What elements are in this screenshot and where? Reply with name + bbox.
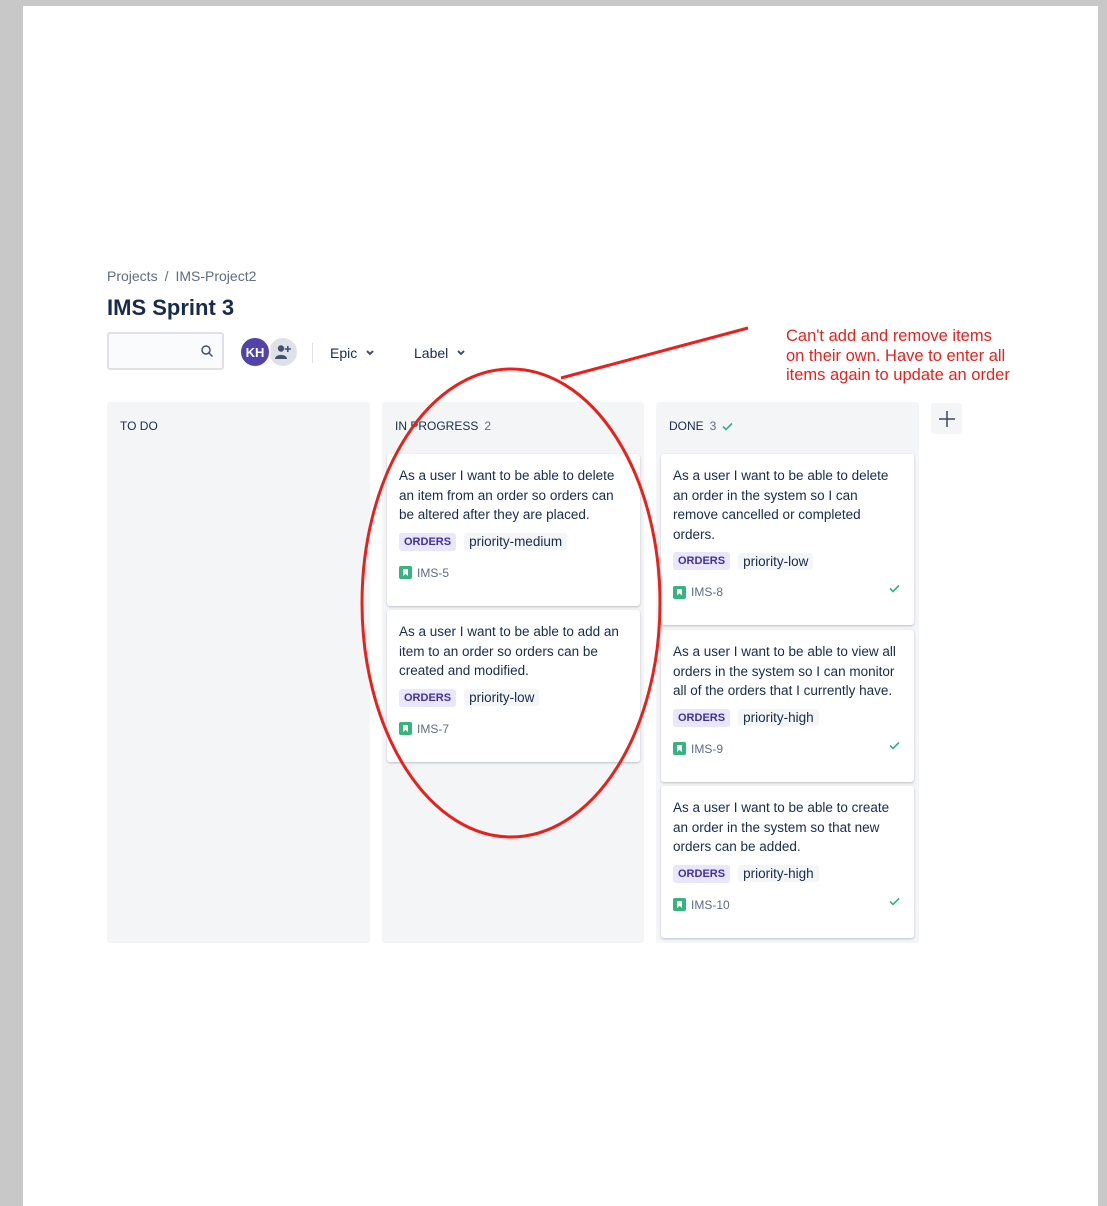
- column-title: DONE: [669, 419, 704, 433]
- column-header: TO DO: [120, 419, 158, 433]
- epic-tag: ORDERS: [673, 864, 731, 883]
- done-check-icon: [889, 897, 900, 906]
- avatar[interactable]: KH: [239, 336, 271, 368]
- story-icon: [673, 742, 686, 755]
- card-summary: As a user I want to be able to add an it…: [399, 624, 619, 678]
- epic-tag: ORDERS: [399, 532, 457, 551]
- issue-card[interactable]: As a user I want to be able to view all …: [661, 630, 914, 782]
- column-header: IN PROGRESS 2: [395, 419, 491, 433]
- column-in-progress[interactable]: IN PROGRESS 2 As a user I want to be abl…: [382, 402, 644, 943]
- story-icon: [673, 585, 686, 599]
- column-count: 2: [484, 419, 492, 433]
- search-input[interactable]: [107, 332, 224, 370]
- document-page: Projects / IMS-Project2 IMS Sprint 3 KH Ep…: [23, 6, 1098, 1206]
- issue-key[interactable]: IMS-7: [417, 722, 449, 736]
- breadcrumb-projects-link[interactable]: Projects: [107, 268, 158, 284]
- issue-card[interactable]: As a user I want to be able to delete an…: [387, 454, 640, 606]
- done-check-icon: [889, 584, 900, 593]
- check-icon: [722, 422, 733, 431]
- label-tag: priority-low: [738, 552, 814, 570]
- breadcrumb-project-link[interactable]: IMS-Project2: [175, 268, 256, 284]
- column-title: IN PROGRESS: [395, 419, 479, 433]
- issue-key[interactable]: IMS-9: [691, 742, 723, 756]
- column-todo[interactable]: TO DO: [107, 402, 370, 943]
- page-title: IMS Sprint 3: [107, 295, 235, 320]
- issue-key[interactable]: IMS-5: [417, 566, 449, 580]
- issue-card[interactable]: As a user I want to be able to delete an…: [661, 454, 914, 625]
- card-summary: As a user I want to be able to create an…: [673, 800, 890, 854]
- issue-card[interactable]: As a user I want to be able to create an…: [661, 786, 914, 938]
- label-tag: priority-high: [738, 865, 819, 882]
- column-header: DONE 3: [669, 419, 733, 433]
- label-filter-label: Label: [414, 345, 449, 361]
- chevron-down-icon: [366, 350, 374, 356]
- column-done[interactable]: DONE 3 As a user I want to be able to de…: [656, 402, 919, 943]
- breadcrumb-separator: /: [164, 268, 169, 284]
- label-tag: priority-high: [738, 709, 819, 726]
- card-summary: As a user I want to be able to delete an…: [399, 468, 615, 522]
- breadcrumb: Projects / IMS-Project2: [107, 268, 256, 284]
- plus-icon: [938, 410, 955, 427]
- card-summary: As a user I want to be able to delete an…: [673, 468, 889, 542]
- epic-tag: ORDERS: [673, 552, 731, 570]
- chevron-down-icon: [457, 350, 465, 356]
- issue-key[interactable]: IMS-8: [691, 585, 723, 599]
- add-column-button[interactable]: [931, 403, 962, 434]
- done-check-icon: [889, 741, 900, 750]
- toolbar-divider: [312, 343, 313, 363]
- story-icon: [399, 566, 412, 579]
- story-icon: [673, 898, 686, 911]
- epic-tag: ORDERS: [399, 688, 457, 707]
- issue-card[interactable]: As a user I want to be able to add an it…: [387, 610, 640, 762]
- column-count: 3: [709, 419, 717, 433]
- annotation-callout-text: Can't add and remove items on their own.…: [786, 327, 1010, 384]
- card-summary: As a user I want to be able to view all …: [673, 644, 896, 698]
- epic-filter-label: Epic: [330, 345, 358, 361]
- label-tag: priority-medium: [464, 533, 568, 550]
- add-people-button[interactable]: [267, 336, 299, 368]
- story-icon: [399, 722, 412, 735]
- issue-key[interactable]: IMS-10: [691, 898, 730, 912]
- column-title: TO DO: [120, 419, 158, 433]
- add-person-icon: [275, 345, 291, 359]
- label-tag: priority-low: [464, 689, 540, 706]
- label-filter-dropdown[interactable]: Label: [414, 342, 466, 364]
- epic-filter-dropdown[interactable]: Epic: [330, 342, 375, 364]
- epic-tag: ORDERS: [673, 708, 731, 727]
- search-icon: [201, 345, 214, 358]
